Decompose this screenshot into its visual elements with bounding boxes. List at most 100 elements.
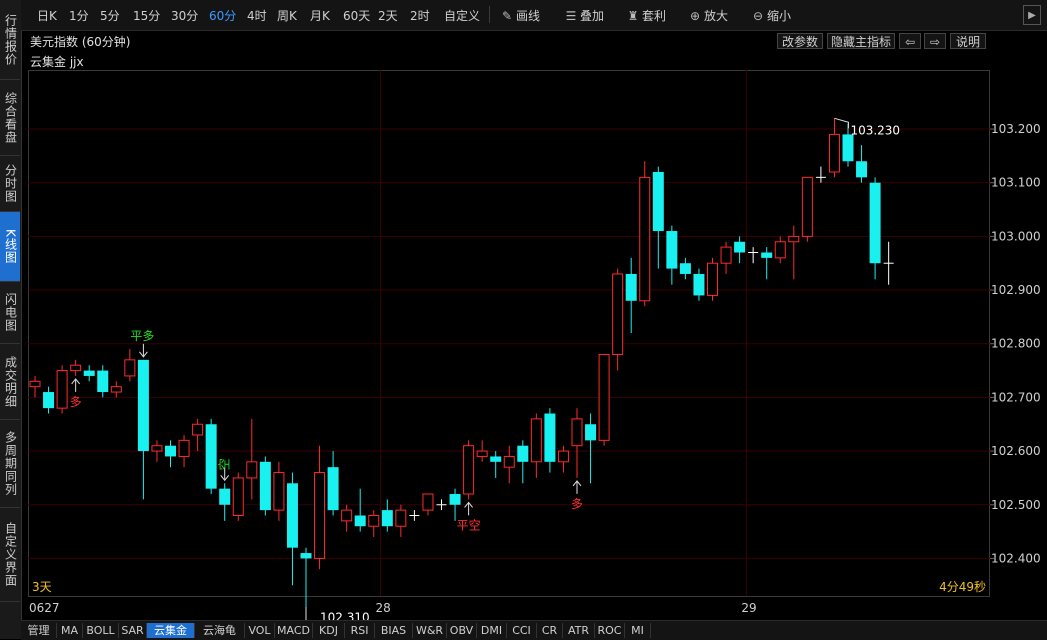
range-label: 3天 [32,580,52,594]
candle-body [151,445,163,452]
candle-body [517,445,529,462]
indicator-tab-4[interactable]: 云集金 [147,623,195,638]
indicator-tab-16[interactable]: ATR [563,623,595,638]
candle-body [422,493,434,511]
candle-body [856,161,868,178]
candle-body [97,370,109,393]
candle-body [178,439,190,457]
candle-body [774,241,786,259]
candle-body [666,231,678,269]
extreme-marker [834,117,849,129]
candle-body [707,262,718,296]
candle-body [788,235,800,243]
candle-body [801,176,813,237]
candle-body [598,353,610,441]
y-tick-label: 102.600 [991,444,1041,458]
candle-body [693,273,705,296]
candle-body [571,418,583,447]
candle-body [679,263,691,274]
extreme-high-label: 103.230 [850,123,900,137]
x-tick-label: 29 [741,601,756,615]
indicator-tab-2[interactable]: BOLL [83,623,119,638]
signal-label: 平多 [130,329,154,343]
candle-body [246,461,258,479]
y-tick-label: 103.100 [991,176,1041,190]
candle-body [368,514,380,527]
candle-body [395,509,407,527]
indicator-tab-9[interactable]: RSI [345,623,375,638]
candle-body [300,553,312,559]
countdown-label: 4分49秒 [939,580,986,594]
y-tick-label: 102.900 [991,283,1041,297]
candle-body [43,392,55,409]
indicator-tab-8[interactable]: KDJ [313,623,345,638]
indicator-tab-11[interactable]: W&R [413,623,447,638]
candle-body [639,176,651,302]
y-tick-label: 102.500 [991,498,1041,512]
candle-body [70,364,82,372]
indicator-tab-7[interactable]: MACD [275,623,313,638]
signal-label: 平空 [457,518,481,532]
indicator-tab-0[interactable]: 管理 [21,623,57,638]
candle-body [314,472,326,559]
indicator-tab-14[interactable]: CCI [507,623,537,638]
indicator-tab-1[interactable]: MA [57,623,83,638]
y-tick-label: 102.700 [991,390,1041,404]
candlestick-chart[interactable]: 103.200 103.100 103.000 102.900 102.800 102.7… [0,0,1047,639]
signal-label: 多 [70,395,82,409]
candle-body [219,488,231,505]
indicator-tab-13[interactable]: DMI [477,623,507,638]
candle-body [273,472,285,511]
candle-body [124,359,136,377]
indicator-tab-5[interactable]: 云海龟 [195,623,245,638]
candle-body [205,424,217,489]
candle-body [354,515,366,527]
candle-body [625,273,637,301]
candle-body [83,370,95,376]
candle-body [557,450,569,463]
candle-body [734,241,746,253]
candle-body [761,252,773,258]
candle-body [503,455,515,468]
candle-body [137,359,149,452]
candle-body [341,509,353,522]
signal-label: 多 [571,497,583,511]
y-tick-label: 102.400 [991,551,1041,565]
candle-body [381,510,393,527]
y-tick-label: 103.000 [991,229,1041,243]
indicator-tab-17[interactable]: ROC [595,623,625,638]
indicator-tab-15[interactable]: CR [537,623,563,638]
candle-body [720,246,732,264]
indicator-tab-10[interactable]: BIAS [375,623,413,638]
candle-body [56,370,68,409]
indicator-tab-bar: 管理 MA BOLL SAR 云集金 云海龟 VOL MACD KDJ RSI BIAS W&R OBV… [21,620,1047,640]
candle-body [612,273,624,355]
candle-body [842,134,854,162]
candle-body [192,423,204,436]
candle-body [110,386,122,393]
candle-body [652,171,664,232]
candle-body [327,467,339,511]
indicator-tab-6[interactable]: VOL [245,623,275,638]
indicator-tab-18[interactable]: MI [625,623,651,638]
candle-body [286,483,298,548]
candle-body [165,445,176,457]
candle-body [490,456,502,462]
candle-body [869,182,881,264]
y-tick-label: 103.200 [991,122,1041,136]
candle-body [585,424,597,441]
candle-body [232,477,244,516]
candle-body [29,380,41,388]
indicator-tab-3[interactable]: SAR [119,623,147,638]
candle-body [544,413,556,462]
y-tick-label: 102.800 [991,337,1041,351]
candle-body [259,461,271,511]
candle-body [828,133,840,173]
indicator-tab-12[interactable]: OBV [447,623,477,638]
candle-body [449,494,461,505]
candle-body [463,445,475,495]
x-tick-label: 0627 [29,601,60,615]
candle-body [476,450,488,457]
candle-body [530,418,542,463]
signal-label: 空 [218,458,232,470]
